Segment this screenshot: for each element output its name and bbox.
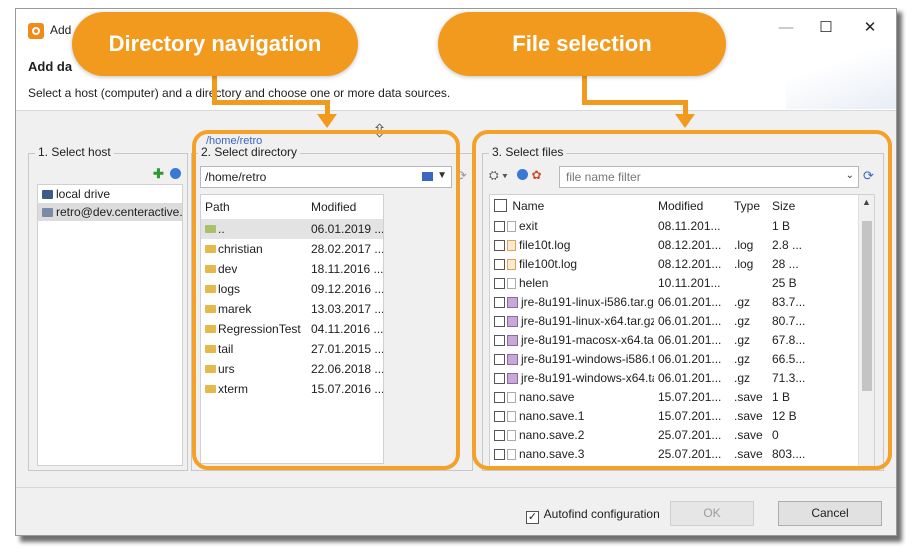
- cancel-button[interactable]: Cancel: [778, 501, 882, 526]
- minimize-button[interactable]: —: [768, 15, 804, 41]
- files-highlight-frame: [472, 130, 892, 470]
- info-icon[interactable]: [169, 168, 181, 179]
- maximize-button[interactable]: ☐: [808, 15, 844, 41]
- autofind-checkbox[interactable]: ✓: [526, 511, 539, 524]
- window-title: Add: [50, 23, 72, 37]
- host-toolbar: ✚: [153, 166, 181, 182]
- host-panel: 1. Select host ✚ local drive retro@dev.c…: [28, 145, 188, 471]
- host-item-label: retro@dev.centeractive.n: [56, 205, 182, 219]
- autofind-label: Autofind configuration: [543, 507, 660, 521]
- app-logo-icon: [28, 23, 44, 39]
- host-item-local-drive[interactable]: local drive: [38, 185, 182, 203]
- server-icon: [42, 208, 53, 217]
- files-arrow-head: [675, 114, 695, 128]
- header-banner: [786, 49, 896, 109]
- directory-connector-line: [212, 100, 330, 105]
- host-list: local drive retro@dev.centeractive.n: [37, 184, 183, 466]
- directory-highlight-frame: [192, 130, 460, 470]
- directory-navigation-callout: Directory navigation: [72, 12, 358, 76]
- file-selection-callout: File selection: [438, 12, 726, 76]
- directory-arrow-head: [317, 114, 337, 128]
- host-item-label: local drive: [56, 187, 111, 201]
- computer-icon: [42, 190, 53, 199]
- dialog-description: Select a host (computer) and a directory…: [28, 86, 451, 100]
- files-connector-line: [582, 100, 688, 105]
- dialog-title: Add da: [28, 59, 73, 74]
- add-host-icon[interactable]: ✚: [153, 166, 164, 181]
- host-item-remote[interactable]: retro@dev.centeractive.n: [38, 203, 182, 221]
- close-button[interactable]: ✕: [852, 15, 888, 41]
- autofind-option[interactable]: ✓ Autofind configuration: [526, 507, 660, 524]
- ok-button[interactable]: OK: [670, 501, 754, 526]
- host-panel-label: 1. Select host: [35, 145, 114, 159]
- dialog-footer: ✓ Autofind configuration OK Cancel: [16, 487, 896, 535]
